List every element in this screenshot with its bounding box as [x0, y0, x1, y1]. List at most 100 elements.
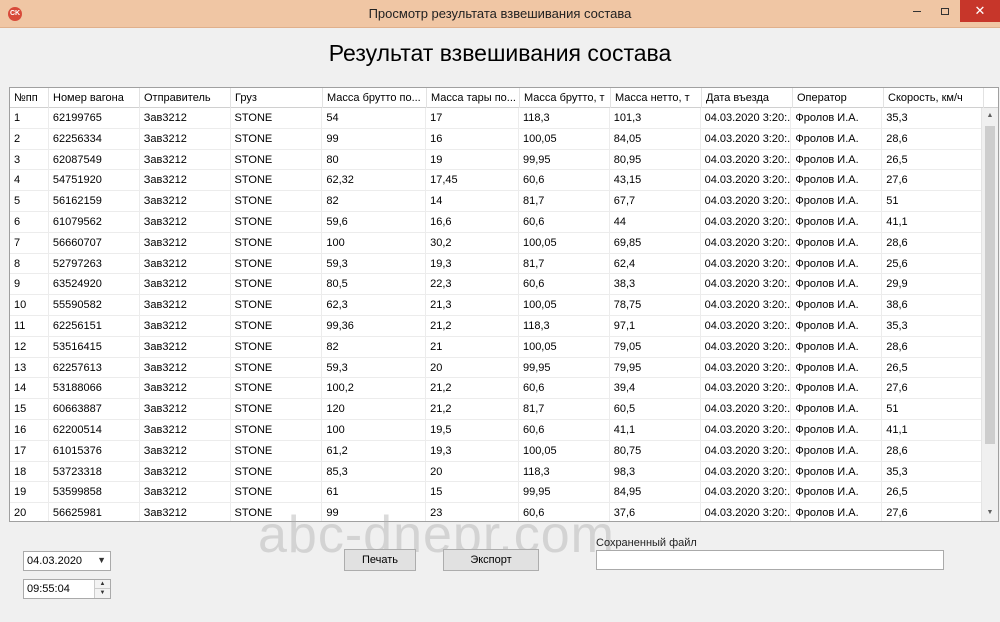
table-cell: 99,36: [322, 315, 427, 336]
column-header[interactable]: Номер вагона: [49, 88, 140, 108]
table-cell: 60,6: [519, 211, 610, 232]
table-cell: Зав3212: [140, 419, 231, 440]
scroll-down-icon[interactable]: ▼: [982, 505, 998, 521]
table-row[interactable]: 10 55590582 Зав3212 STONE 62,3 21,3 100,05 78,7…: [10, 295, 982, 316]
close-button[interactable]: ✕: [960, 0, 1000, 22]
table-cell: 38,6: [882, 295, 982, 315]
table-cell: STONE: [231, 378, 323, 399]
table-cell: STONE: [231, 211, 323, 232]
table-cell: Фролов И.А.: [791, 191, 883, 211]
vertical-scrollbar[interactable]: ▲ ▼: [981, 108, 998, 521]
table-cell: 35,3: [882, 108, 982, 128]
time-spinner[interactable]: ▲ ▼: [94, 580, 110, 598]
table-cell: 100: [322, 232, 427, 253]
table-cell: 78,75: [610, 295, 701, 315]
table-row[interactable]: 17 61015376 Зав3212 STONE 61,2 19,3 100,05 80,7…: [10, 440, 982, 462]
column-header[interactable]: Дата въезда: [702, 88, 793, 108]
table-cell: 118,3: [519, 461, 610, 482]
table-row[interactable]: 6 61079562 Зав3212 STONE 59,6 16,6 60,6 44 04.03…: [10, 211, 982, 233]
table-cell: 19,5: [426, 419, 519, 440]
column-header[interactable]: Масса брутто, т: [520, 88, 611, 108]
table-row[interactable]: 15 60663887 Зав3212 STONE 120 21,2 81,7 60,5 04.…: [10, 399, 982, 420]
table-header: №пп Номер вагона Отправитель Груз Масса брут…: [10, 88, 998, 108]
table-row[interactable]: 16 62200514 Зав3212 STONE 100 19,5 60,6 41,1 04.…: [10, 419, 982, 441]
print-button[interactable]: Печать: [344, 549, 416, 571]
table-cell: 84,95: [610, 482, 701, 503]
table-cell: 60663887: [49, 399, 140, 419]
table-cell: 37,6: [610, 503, 701, 521]
table-cell: 100,05: [519, 232, 610, 253]
table-cell: 100,2: [322, 378, 427, 399]
window-title: Просмотр результата взвешивания состава: [368, 6, 632, 21]
maximize-button[interactable]: [932, 0, 958, 22]
table-cell: 04.03.2020 3:20:...: [701, 357, 792, 378]
column-header[interactable]: Отправитель: [140, 88, 231, 108]
table-cell: Фролов И.А.: [791, 378, 883, 399]
scroll-thumb[interactable]: [985, 126, 995, 444]
table-row[interactable]: 18 53723318 Зав3212 STONE 85,3 20 118,3 98,3 04.…: [10, 461, 982, 483]
date-picker[interactable]: 04.03.2020 ▼: [23, 551, 111, 571]
table-cell: 120: [322, 399, 427, 419]
table-cell: 62200514: [49, 419, 140, 440]
table-cell: STONE: [231, 232, 323, 253]
table-cell: 21: [426, 336, 519, 357]
scroll-up-icon[interactable]: ▲: [982, 108, 998, 124]
table-cell: 59,3: [322, 253, 427, 274]
table-cell: 17,45: [426, 170, 519, 191]
column-header[interactable]: Масса тары по...: [427, 88, 520, 108]
table-cell: Зав3212: [140, 170, 231, 191]
table-cell: 62,32: [322, 170, 427, 191]
saved-file-field[interactable]: [596, 550, 944, 570]
spin-up-icon[interactable]: ▲: [95, 580, 110, 589]
table-cell: 04.03.2020 3:20:...: [701, 482, 792, 503]
table-cell: Зав3212: [140, 149, 231, 170]
table-cell: 26,5: [882, 482, 982, 503]
column-header[interactable]: Скорость, км/ч: [884, 88, 984, 108]
table-row[interactable]: 13 62257613 Зав3212 STONE 59,3 20 99,95 79,95 04…: [10, 357, 982, 379]
table-cell: 04.03.2020 3:20:...: [701, 108, 792, 128]
table-cell: 6: [10, 211, 49, 232]
spin-down-icon[interactable]: ▼: [95, 589, 110, 598]
table-cell: Зав3212: [140, 378, 231, 399]
table-cell: 19: [10, 482, 49, 503]
time-picker[interactable]: 09:55:04 ▲ ▼: [23, 579, 111, 599]
table-row[interactable]: 1 62199765 Зав3212 STONE 54 17 118,3 101,3 04.03…: [10, 108, 982, 129]
table-row[interactable]: 2 62256334 Зав3212 STONE 99 16 100,05 84,05 04.0…: [10, 128, 982, 150]
table-cell: 16: [10, 419, 49, 440]
column-header[interactable]: Оператор: [793, 88, 884, 108]
table-cell: 04.03.2020 3:20:...: [701, 253, 792, 274]
results-table[interactable]: №пп Номер вагона Отправитель Груз Масса брут…: [9, 87, 999, 522]
table-row[interactable]: 7 56660707 Зав3212 STONE 100 30,2 100,05 69,85 0…: [10, 232, 982, 254]
table-cell: STONE: [231, 482, 323, 503]
table-cell: Фролов И.А.: [791, 295, 883, 315]
table-row[interactable]: 19 53599858 Зав3212 STONE 61 15 99,95 84,95 04.0…: [10, 482, 982, 504]
table-cell: 27,6: [882, 378, 982, 399]
export-button[interactable]: Экспорт: [443, 549, 539, 571]
table-cell: 04.03.2020 3:20:...: [701, 440, 792, 461]
table-row[interactable]: 12 53516415 Зав3212 STONE 82 21 100,05 79,05 04.…: [10, 336, 982, 358]
table-cell: 26,5: [882, 357, 982, 378]
table-row[interactable]: 5 56162159 Зав3212 STONE 82 14 81,7 67,7 04.03.2…: [10, 191, 982, 212]
table-row[interactable]: 20 56625981 Зав3212 STONE 99 23 60,6 37,6 04.03.…: [10, 503, 982, 521]
table-row[interactable]: 9 63524920 Зав3212 STONE 80,5 22,3 60,6 38,3 04.…: [10, 274, 982, 296]
table-row[interactable]: 11 62256151 Зав3212 STONE 99,36 21,2 118,3 97,1…: [10, 315, 982, 337]
table-row[interactable]: 3 62087549 Зав3212 STONE 80 19 99,95 80,95 04.03…: [10, 149, 982, 171]
table-cell: 16: [426, 128, 519, 149]
table-cell: 62,3: [322, 295, 427, 315]
table-cell: 53599858: [49, 482, 140, 503]
column-header[interactable]: Масса нетто, т: [611, 88, 702, 108]
table-cell: 2: [10, 128, 49, 149]
column-header[interactable]: Груз: [231, 88, 323, 108]
table-row[interactable]: 8 52797263 Зав3212 STONE 59,3 19,3 81,7 62,4 04.…: [10, 253, 982, 275]
table-cell: STONE: [231, 503, 323, 521]
table-cell: 19,3: [426, 440, 519, 461]
column-header[interactable]: №пп: [10, 88, 49, 108]
table-cell: 60,6: [519, 378, 610, 399]
column-header[interactable]: Масса брутто по...: [323, 88, 427, 108]
minimize-button[interactable]: [904, 0, 930, 22]
table-cell: 67,7: [610, 191, 701, 211]
table-cell: 04.03.2020 3:20:...: [701, 191, 792, 211]
table-row[interactable]: 4 54751920 Зав3212 STONE 62,32 17,45 60,6 43,15…: [10, 170, 982, 192]
table-row[interactable]: 14 53188066 Зав3212 STONE 100,2 21,2 60,6 39,4 0…: [10, 378, 982, 400]
chevron-down-icon[interactable]: ▼: [97, 555, 106, 565]
